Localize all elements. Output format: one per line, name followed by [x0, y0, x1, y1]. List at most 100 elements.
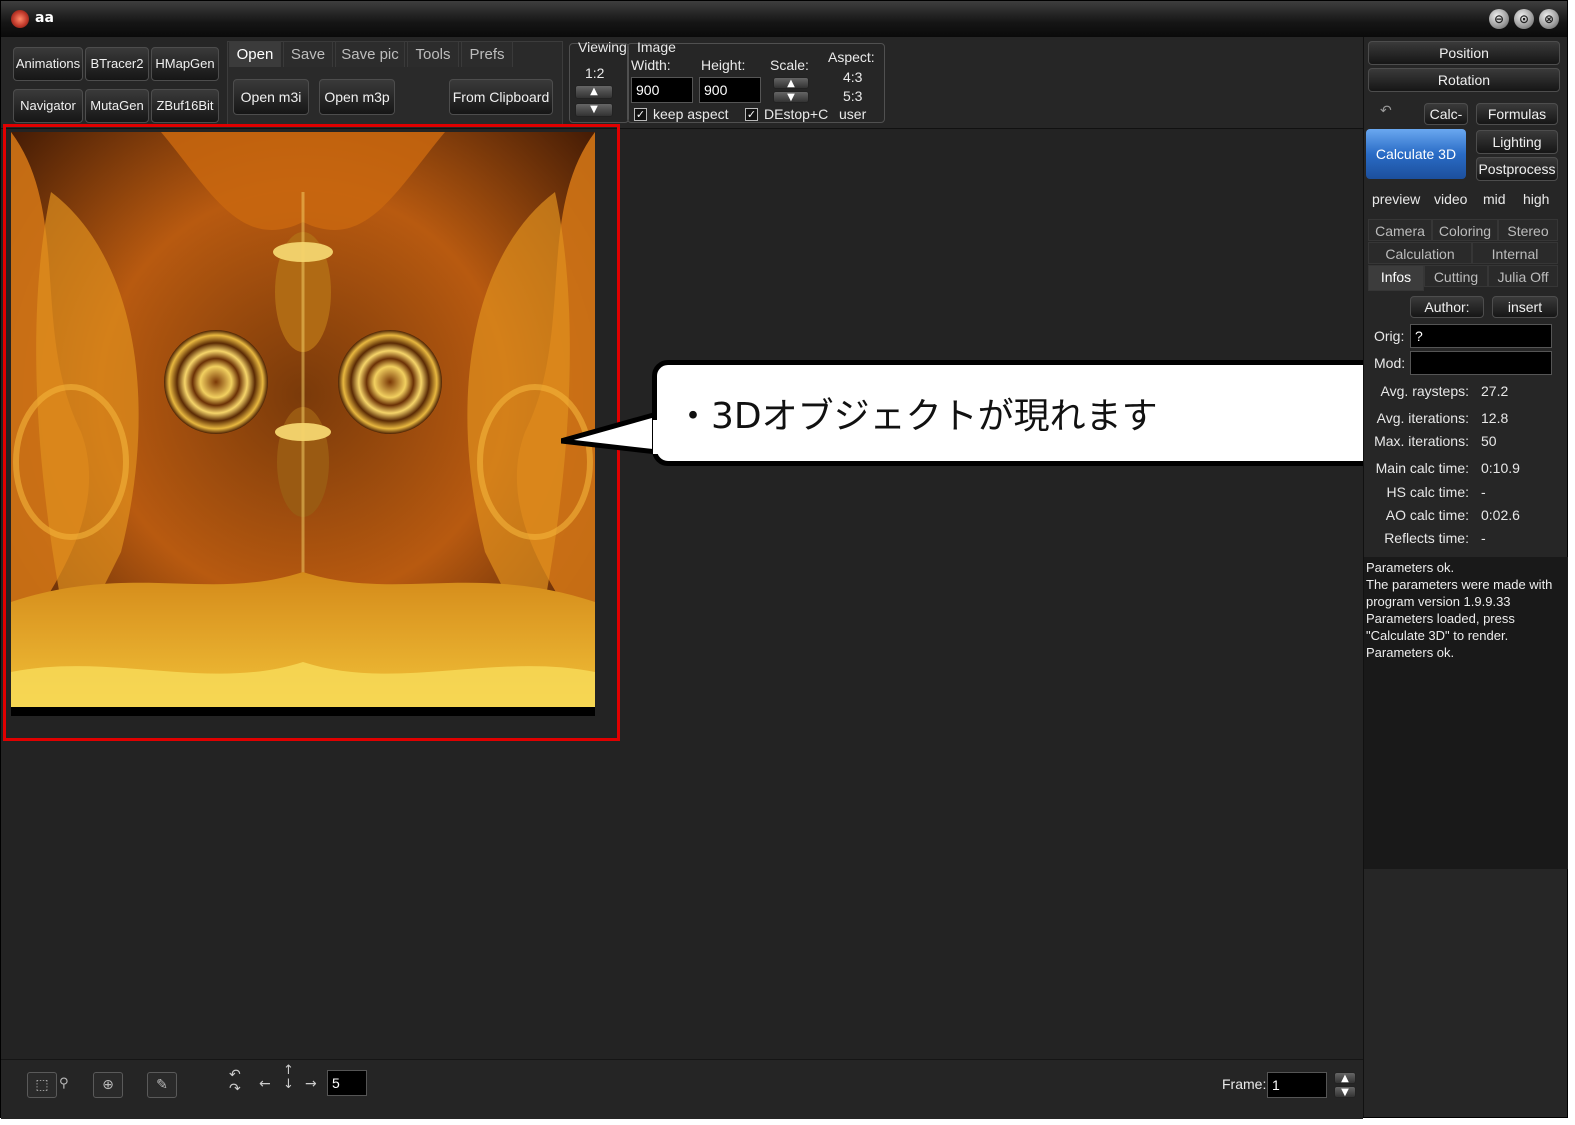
viewing-ratio: 1:2 [585, 65, 605, 81]
tab-open[interactable]: Open [229, 41, 281, 67]
bottom-bar: ⬚ ⚲ ⊕ ✎ ↶ ↷ ← ↑ ↓ → 5 Frame: 1 ▲ ▼ [1, 1059, 1363, 1119]
image-label: Image [637, 39, 676, 55]
aspect-label: Aspect: [828, 49, 875, 65]
frame-input[interactable]: 1 [1267, 1072, 1327, 1098]
info-label-ao-calc: AO calc time: [1385, 507, 1469, 523]
info-label-main-calc: Main calc time: [1375, 460, 1469, 476]
keep-aspect-label: keep aspect [653, 106, 729, 122]
viewing-up-button[interactable]: ▲ [575, 85, 613, 99]
aspect-user[interactable]: user [839, 106, 866, 122]
magnifier-icon[interactable]: ⚲ [59, 1076, 69, 1091]
callout-pointer [561, 411, 660, 455]
tab-save-pic[interactable]: Save pic [335, 41, 405, 67]
calculate-3d-button[interactable]: Calculate 3D [1366, 129, 1466, 179]
info-label-reflects: Reflects time: [1384, 530, 1469, 546]
author-button[interactable]: Author: [1410, 296, 1484, 318]
rotation-button[interactable]: Rotation [1368, 68, 1560, 92]
viewing-down-button[interactable]: ▼ [575, 103, 613, 117]
height-label: Height: [701, 57, 746, 73]
tab-calculation[interactable]: Calculation [1368, 242, 1472, 264]
info-value-hs-calc: - [1481, 484, 1486, 500]
arrow-left-icon[interactable]: ← [259, 1076, 271, 1092]
info-label-hs-calc: HS calc time: [1386, 484, 1469, 500]
navigator-button[interactable]: Navigator [13, 89, 83, 123]
restore-button[interactable]: ⊙ [1514, 9, 1534, 29]
width-input[interactable]: 900 [631, 77, 693, 103]
frame-up-button[interactable]: ▲ [1334, 1072, 1356, 1084]
title-bar: aa ⊖ ⊙ ⊗ [1, 1, 1567, 37]
destop-label: DEstop+C [764, 106, 829, 122]
from-clipboard-button[interactable]: From Clipboard [449, 79, 553, 115]
log-line: "Calculate 3D" to render. [1366, 628, 1509, 643]
insert-button[interactable]: insert [1492, 296, 1558, 318]
frame-down-button[interactable]: ▼ [1334, 1086, 1356, 1098]
log-line: Parameters ok. [1366, 645, 1455, 660]
step-input[interactable]: 5 [327, 1070, 367, 1096]
crosshair-icon[interactable]: ⊕ [93, 1072, 123, 1098]
open-m3p-button[interactable]: Open m3p [319, 79, 395, 115]
tab-stereo[interactable]: Stereo [1498, 219, 1558, 241]
animations-button[interactable]: Animations [13, 47, 83, 81]
app-window: aa ⊖ ⊙ ⊗ Animations BTracer2 HMapGen Nav… [0, 0, 1568, 1119]
log-line: Parameters ok. [1366, 560, 1455, 575]
tab-coloring[interactable]: Coloring [1432, 219, 1498, 241]
info-value-main-calc: 0:10.9 [1481, 460, 1520, 476]
height-input[interactable]: 900 [699, 77, 761, 103]
keep-aspect-checkbox[interactable]: ✓ [634, 108, 647, 121]
orig-label: Orig: [1374, 328, 1405, 344]
scale-down-button[interactable]: ▼ [773, 91, 809, 103]
quality-preview[interactable]: preview [1372, 191, 1420, 207]
tab-cutting[interactable]: Cutting [1424, 265, 1488, 287]
mod-input[interactable] [1410, 351, 1552, 375]
lighting-button[interactable]: Lighting [1476, 130, 1558, 154]
log-line: Parameters loaded, press [1366, 611, 1515, 626]
viewing-label: Viewing [578, 39, 627, 55]
formulas-button[interactable]: Formulas [1476, 103, 1558, 125]
tab-internal[interactable]: Internal [1472, 242, 1558, 264]
tab-camera[interactable]: Camera [1368, 219, 1432, 241]
undo-icon[interactable]: ↶ [1380, 103, 1392, 119]
callout-pointer-join [653, 420, 663, 454]
app-icon [11, 10, 29, 28]
hmapgen-button[interactable]: HMapGen [151, 47, 219, 81]
highlight-frame [3, 124, 620, 741]
arrow-right-icon[interactable]: → [305, 1076, 317, 1092]
info-value-raysteps: 27.2 [1481, 383, 1509, 399]
orig-input[interactable]: ? [1410, 324, 1552, 348]
scale-up-button[interactable]: ▲ [773, 77, 809, 89]
tab-save[interactable]: Save [283, 41, 333, 67]
info-label-max-iterations: Max. iterations: [1374, 433, 1469, 449]
calc-minus-button[interactable]: Calc- [1424, 103, 1468, 125]
zbuf16bit-button[interactable]: ZBuf16Bit [151, 89, 219, 123]
select-zoom-icon[interactable]: ⬚ [27, 1072, 57, 1098]
rotate-icons[interactable]: ↶ ↷ [229, 1068, 241, 1096]
btracer2-button[interactable]: BTracer2 [85, 47, 149, 81]
pen-icon[interactable]: ✎ [147, 1072, 177, 1098]
tab-infos[interactable]: Infos [1368, 265, 1424, 291]
arrow-updown-icon[interactable]: ↑ ↓ [283, 1064, 294, 1092]
right-panel: Position Rotation ↶ Calc- Formulas Calcu… [1363, 37, 1568, 1117]
scale-label: Scale: [770, 57, 809, 73]
aspect-5-3[interactable]: 5:3 [843, 88, 862, 104]
frame-label: Frame: [1222, 1076, 1267, 1092]
close-button[interactable]: ⊗ [1539, 9, 1559, 29]
top-toolbar: Animations BTracer2 HMapGen Navigator Mu… [1, 37, 1363, 129]
destop-checkbox[interactable]: ✓ [745, 108, 758, 121]
tab-prefs[interactable]: Prefs [461, 41, 513, 67]
mutagen-button[interactable]: MutaGen [85, 89, 149, 123]
minimize-button[interactable]: ⊖ [1489, 9, 1509, 29]
aspect-4-3[interactable]: 4:3 [843, 69, 862, 85]
width-label: Width: [631, 57, 671, 73]
quality-high[interactable]: high [1523, 191, 1549, 207]
info-value-max-iterations: 50 [1481, 433, 1497, 449]
tab-tools[interactable]: Tools [407, 41, 459, 67]
tab-julia-off[interactable]: Julia Off [1488, 265, 1558, 287]
quality-mid[interactable]: mid [1483, 191, 1506, 207]
quality-video[interactable]: video [1434, 191, 1467, 207]
open-m3i-button[interactable]: Open m3i [233, 79, 309, 115]
postprocess-button[interactable]: Postprocess [1476, 157, 1558, 181]
info-value-iterations: 12.8 [1481, 410, 1509, 426]
info-value-reflects: - [1481, 530, 1486, 546]
log-line: program version 1.9.9.33 [1366, 594, 1511, 609]
position-button[interactable]: Position [1368, 41, 1560, 65]
